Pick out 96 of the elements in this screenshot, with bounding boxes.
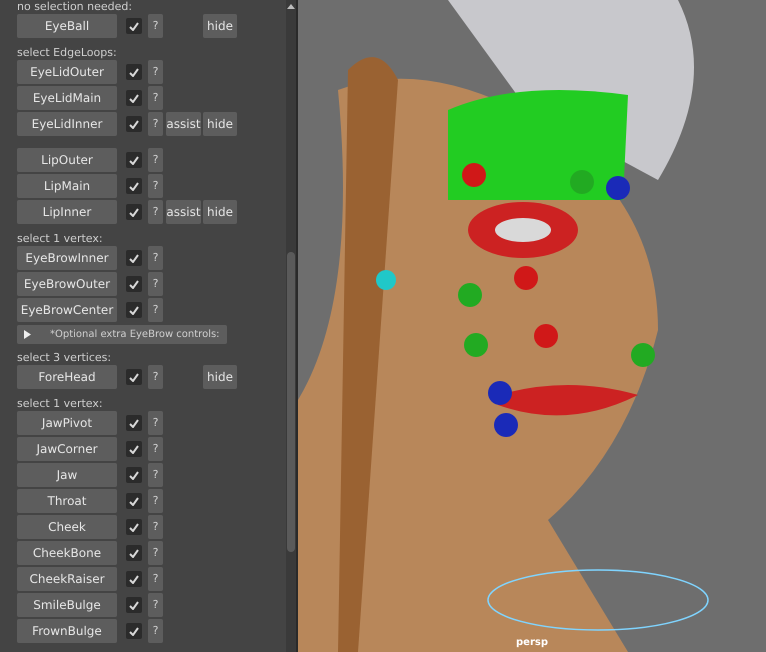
check-icon bbox=[129, 574, 139, 584]
assist-button[interactable]: assist bbox=[166, 112, 201, 136]
checkbox[interactable] bbox=[126, 250, 142, 266]
check-icon bbox=[129, 444, 139, 454]
checkbox[interactable] bbox=[126, 90, 142, 106]
check-icon bbox=[129, 522, 139, 532]
hide-button[interactable]: hide bbox=[203, 14, 237, 38]
camera-label: persp bbox=[516, 638, 548, 648]
joint-button[interactable]: CheekRaiser bbox=[17, 567, 117, 591]
joint-button[interactable]: LipInner bbox=[17, 200, 117, 224]
checkbox[interactable] bbox=[126, 302, 142, 318]
checkbox[interactable] bbox=[126, 597, 142, 613]
joint-button[interactable]: EyeBrowInner bbox=[17, 246, 117, 270]
check-icon bbox=[129, 208, 139, 216]
help-button[interactable]: ? bbox=[148, 463, 163, 487]
checkbox[interactable] bbox=[126, 415, 142, 431]
check-icon bbox=[129, 254, 139, 262]
section-label: select 1 vertex: bbox=[17, 232, 104, 245]
check-icon bbox=[129, 372, 139, 382]
joint-button[interactable]: ForeHead bbox=[17, 365, 117, 389]
section-label: no selection needed: bbox=[17, 0, 134, 13]
check-icon bbox=[129, 120, 139, 128]
check-icon bbox=[129, 418, 139, 428]
checkbox[interactable] bbox=[126, 519, 142, 535]
check-icon bbox=[129, 156, 139, 164]
help-button[interactable]: ? bbox=[148, 567, 163, 591]
help-button[interactable]: ? bbox=[148, 272, 163, 296]
checkbox[interactable] bbox=[126, 493, 142, 509]
help-button[interactable]: ? bbox=[148, 60, 163, 84]
joint-button[interactable]: JawPivot bbox=[17, 411, 117, 435]
check-icon bbox=[129, 626, 139, 636]
check-icon bbox=[129, 94, 139, 102]
scroll-up-arrow-icon bbox=[287, 4, 295, 9]
scrollbar[interactable] bbox=[286, 0, 296, 652]
assist-button[interactable]: assist bbox=[166, 200, 201, 224]
section-label: select 1 vertex: bbox=[17, 397, 104, 410]
joint-button[interactable]: EyeLidOuter bbox=[17, 60, 117, 84]
checkbox[interactable] bbox=[126, 178, 142, 194]
joint-button[interactable]: EyeBall bbox=[17, 14, 117, 38]
check-icon bbox=[129, 280, 139, 288]
checkbox[interactable] bbox=[126, 467, 142, 483]
check-icon bbox=[129, 68, 139, 76]
help-button[interactable]: ? bbox=[148, 489, 163, 513]
checkbox[interactable] bbox=[126, 369, 142, 385]
checkbox[interactable] bbox=[126, 623, 142, 639]
checkbox[interactable] bbox=[126, 116, 142, 132]
joint-button[interactable]: LipMain bbox=[17, 174, 117, 198]
checkbox[interactable] bbox=[126, 571, 142, 587]
joint-button[interactable]: EyeBrowCenter bbox=[17, 298, 117, 322]
help-button[interactable]: ? bbox=[148, 14, 163, 38]
help-button[interactable]: ? bbox=[148, 174, 163, 198]
section-label: select EdgeLoops: bbox=[17, 46, 118, 59]
scroll-thumb[interactable] bbox=[287, 252, 295, 552]
help-button[interactable]: ? bbox=[148, 86, 163, 110]
help-button[interactable]: ? bbox=[148, 515, 163, 539]
joint-button[interactable]: EyeLidInner bbox=[17, 112, 117, 136]
checkbox[interactable] bbox=[126, 204, 142, 220]
joint-button[interactable]: Cheek bbox=[17, 515, 117, 539]
hide-button[interactable]: hide bbox=[203, 112, 237, 136]
check-icon bbox=[129, 182, 139, 190]
help-button[interactable]: ? bbox=[148, 593, 163, 617]
help-button[interactable]: ? bbox=[148, 541, 163, 565]
joint-button[interactable]: Jaw bbox=[17, 463, 117, 487]
hide-button[interactable]: hide bbox=[203, 365, 237, 389]
collapsible-frame[interactable]: *Optional extra EyeBrow controls: bbox=[17, 325, 227, 344]
check-icon bbox=[129, 600, 139, 610]
joint-button[interactable]: EyeBrowOuter bbox=[17, 272, 117, 296]
checkbox[interactable] bbox=[126, 64, 142, 80]
help-button[interactable]: ? bbox=[148, 411, 163, 435]
checkbox[interactable] bbox=[126, 152, 142, 168]
joint-button[interactable]: Throat bbox=[17, 489, 117, 513]
joint-button[interactable]: EyeLidMain bbox=[17, 86, 117, 110]
help-button[interactable]: ? bbox=[148, 148, 163, 172]
help-button[interactable]: ? bbox=[148, 298, 163, 322]
joint-button[interactable]: FrownBulge bbox=[17, 619, 117, 643]
check-icon bbox=[129, 470, 139, 480]
checkbox[interactable] bbox=[126, 276, 142, 292]
help-button[interactable]: ? bbox=[148, 365, 163, 389]
checkbox[interactable] bbox=[126, 545, 142, 561]
check-icon bbox=[129, 306, 139, 314]
help-button[interactable]: ? bbox=[148, 246, 163, 270]
hide-button[interactable]: hide bbox=[203, 200, 237, 224]
help-button[interactable]: ? bbox=[148, 112, 163, 136]
joint-button[interactable]: SmileBulge bbox=[17, 593, 117, 617]
joint-button[interactable]: LipOuter bbox=[17, 148, 117, 172]
check-icon bbox=[129, 548, 139, 558]
section-label: select 3 vertices: bbox=[17, 351, 112, 364]
help-button[interactable]: ? bbox=[148, 619, 163, 643]
check-icon bbox=[129, 496, 139, 506]
help-button[interactable]: ? bbox=[148, 200, 163, 224]
checkbox[interactable] bbox=[126, 18, 142, 34]
joint-button[interactable]: JawCorner bbox=[17, 437, 117, 461]
checkbox[interactable] bbox=[126, 441, 142, 457]
check-icon bbox=[129, 22, 139, 30]
joint-button[interactable]: CheekBone bbox=[17, 541, 117, 565]
help-button[interactable]: ? bbox=[148, 437, 163, 461]
